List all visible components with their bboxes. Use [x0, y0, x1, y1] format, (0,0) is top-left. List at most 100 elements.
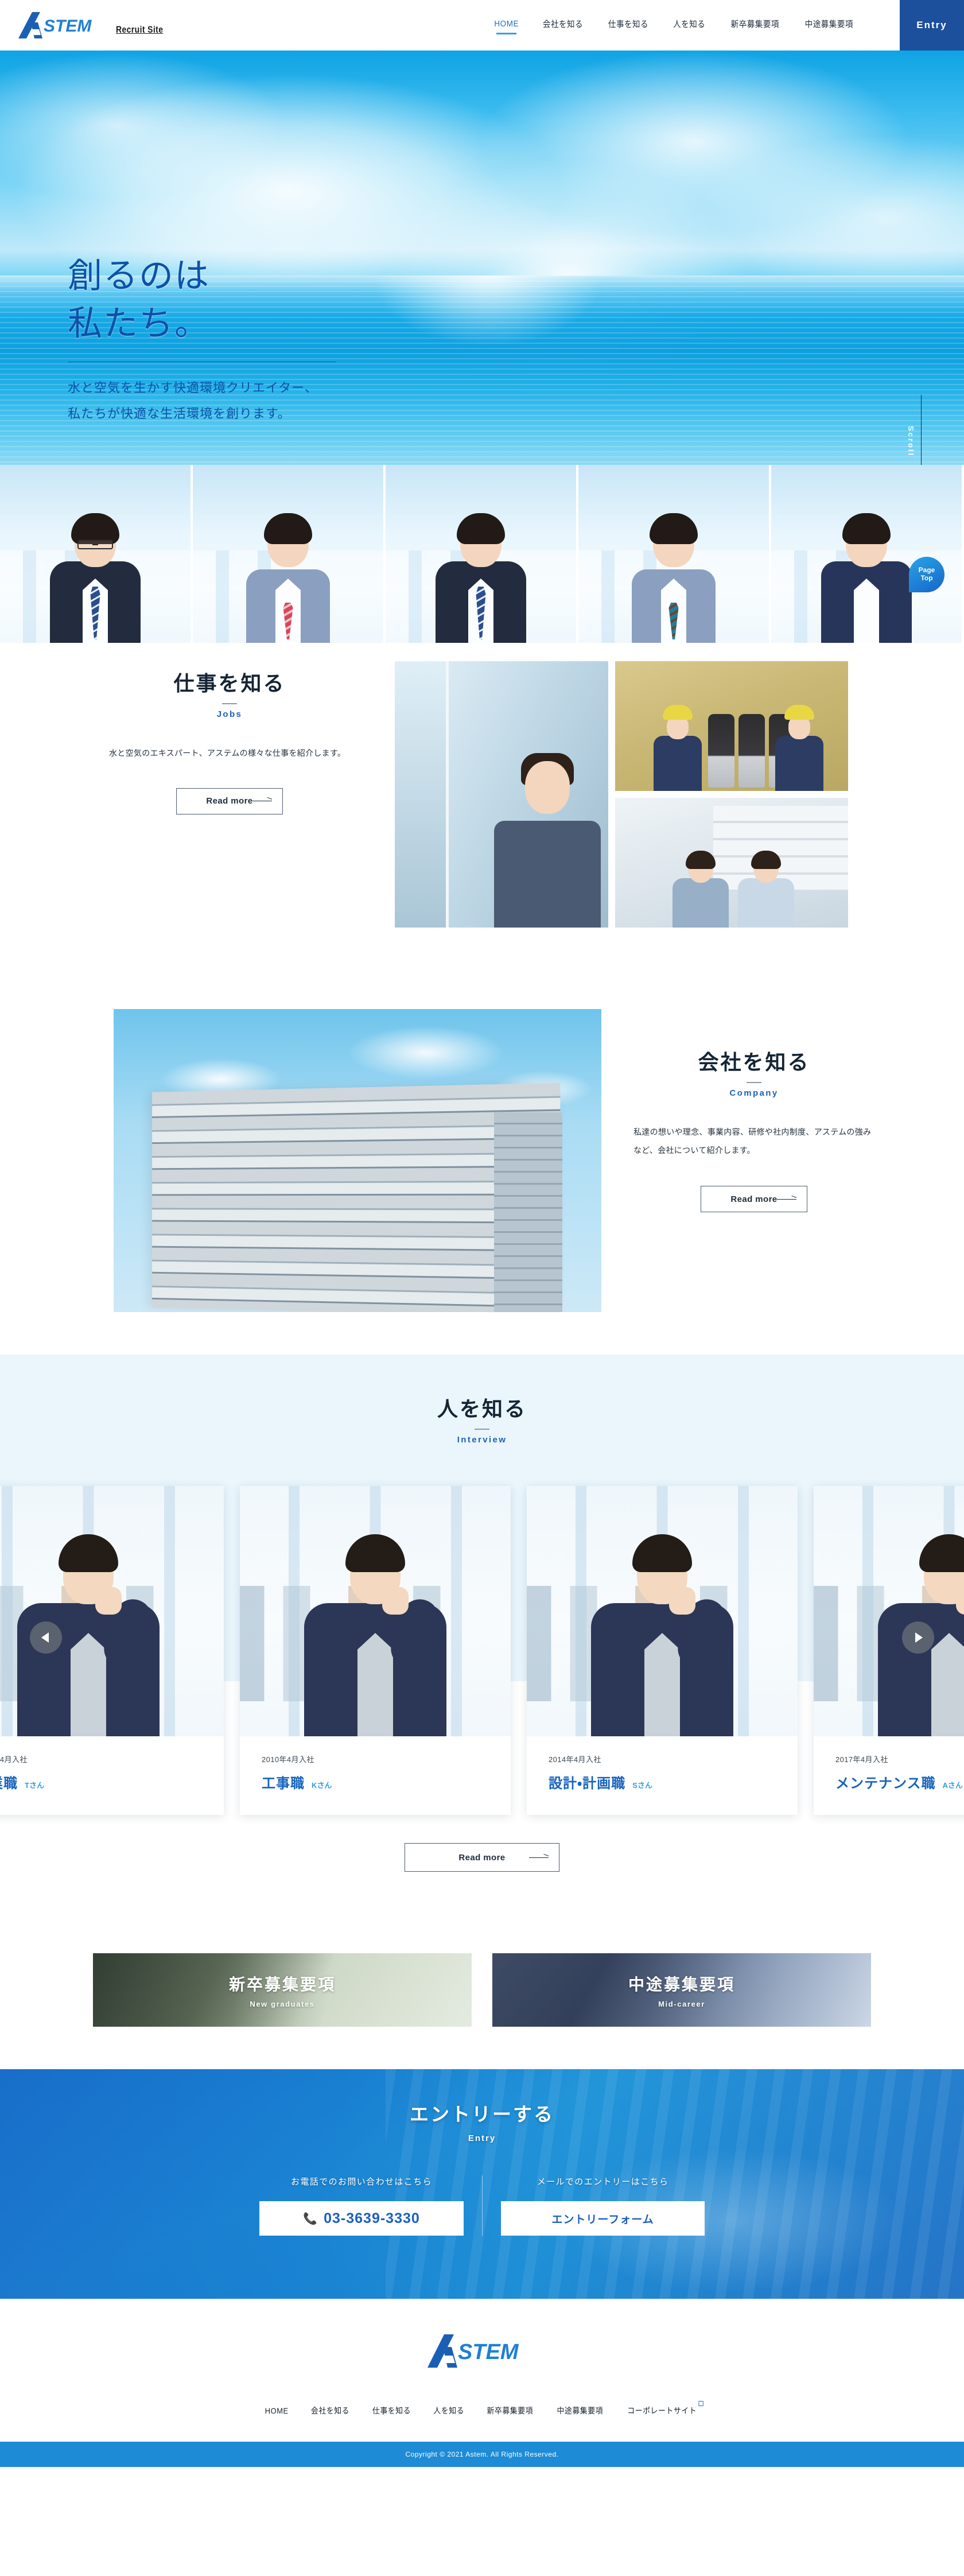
- interview-card[interactable]: 2014年4月入社 設計・計画職 Sさん: [527, 1486, 798, 1815]
- nav-item-jobs[interactable]: 仕事を知る: [608, 15, 648, 36]
- pump-equipment: [708, 714, 735, 787]
- entry-heading-en: Entry: [468, 2133, 496, 2143]
- nav-item-home[interactable]: HOME: [494, 17, 519, 34]
- recruit-banners: 新卒募集要項 New graduates 中途募集要項 Mid-career: [0, 1918, 964, 2069]
- heading-divider: [222, 703, 237, 704]
- interview-photo: [527, 1486, 798, 1736]
- company-readmore-label: Read more: [730, 1194, 778, 1204]
- person-figure: [302, 1534, 449, 1736]
- phone-icon: 📞: [303, 2212, 318, 2225]
- entry-tel-number: 03-3639-3330: [324, 2210, 420, 2226]
- interview-card[interactable]: 2008年4月入社 営業職 Tさん: [0, 1486, 224, 1815]
- copyright-text: Copyright © 2021 Astem. All Rights Reser…: [405, 2450, 559, 2458]
- person-figure: [434, 513, 528, 643]
- footer-logo-link[interactable]: STEM: [426, 2334, 538, 2371]
- person-workwear: [653, 736, 702, 791]
- company-description: 私達の想いや理念、事業内容、研修や社内制度、アステムの強みなど、会社について紹介…: [633, 1127, 872, 1155]
- interview-role-line: 設計・計画職 Sさん: [549, 1772, 776, 1792]
- interview-readmore-button[interactable]: Read more: [405, 1843, 559, 1872]
- nav-item-mid-career[interactable]: 中途募集要項: [805, 15, 853, 36]
- person-photo-1: [0, 465, 193, 643]
- jobs-photo-grid: [395, 661, 848, 931]
- footer-item-company[interactable]: 会社を知る: [311, 2405, 349, 2416]
- interview-card[interactable]: 2010年4月入社 工事職 Kさん: [240, 1486, 511, 1815]
- footer-item-home[interactable]: HOME: [265, 2406, 289, 2415]
- company-section: 会社を知る Company 私達の想いや理念、事業内容、研修や社内制度、アステム…: [0, 999, 964, 1355]
- entry-tel-button[interactable]: 📞 03-3639-3330: [259, 2201, 464, 2236]
- carousel-prev-button[interactable]: [30, 1621, 62, 1654]
- nav-item-new-graduates[interactable]: 新卒募集要項: [730, 15, 779, 36]
- interview-card-meta: 2017年4月入社 メンテナンス職 Aさん: [814, 1736, 964, 1815]
- company-heading-en: Company: [729, 1088, 779, 1098]
- interview-card-meta: 2008年4月入社 営業職 Tさん: [0, 1736, 224, 1815]
- svg-text:STEM: STEM: [44, 17, 92, 36]
- footer-navigation: HOME 会社を知る 仕事を知る 人を知る 新卒募集要項 中途募集要項 コーポレ…: [0, 2401, 964, 2416]
- footer-item-new-graduates[interactable]: 新卒募集要項: [487, 2405, 534, 2416]
- footer-item-mid-career[interactable]: 中途募集要項: [557, 2405, 603, 2416]
- banner-title-en: New graduates: [250, 1999, 315, 2008]
- banner-new-graduates[interactable]: 新卒募集要項 New graduates: [93, 1953, 472, 2027]
- footer-item-corporate-site[interactable]: コーポレートサイト: [628, 2401, 704, 2416]
- helmet-icon: [662, 705, 693, 720]
- carousel-next-button[interactable]: [902, 1621, 934, 1654]
- interview-joined-date: 2008年4月入社: [0, 1755, 28, 1764]
- photo-figure-male: [736, 851, 796, 928]
- interview-joined-date: 2010年4月入社: [262, 1755, 314, 1764]
- header-entry-button[interactable]: Entry: [900, 0, 964, 51]
- jobs-heading-ja: 仕事を知る: [173, 672, 286, 695]
- photo-figure-female: [671, 851, 730, 928]
- helmet-icon: [784, 705, 815, 720]
- jobs-heading: 仕事を知る Jobs: [109, 670, 350, 719]
- person-hair: [686, 851, 716, 869]
- site-logo-link[interactable]: STEM Recruit Site: [17, 12, 173, 38]
- interview-photo: [240, 1486, 511, 1736]
- jobs-readmore-label: Read more: [206, 796, 253, 806]
- banner-title-ja: 中途募集要項: [628, 1975, 735, 1993]
- banner-title-ja: 新卒募集要項: [228, 1975, 336, 1993]
- person-shirt: [854, 579, 879, 643]
- banner-mid-career[interactable]: 中途募集要項 Mid-career: [492, 1953, 871, 2027]
- person-figure: [48, 513, 142, 643]
- entry-form-button[interactable]: エントリーフォーム: [501, 2201, 705, 2236]
- footer-item-jobs[interactable]: 仕事を知る: [372, 2405, 411, 2416]
- jobs-photo-office: [615, 798, 848, 928]
- company-readmore-button[interactable]: Read more: [701, 1186, 807, 1212]
- jobs-photo-plant: [615, 661, 848, 791]
- nav-item-interview[interactable]: 人を知る: [673, 15, 705, 36]
- jobs-readmore-button[interactable]: Read more: [176, 787, 283, 814]
- heading-divider: [747, 1082, 761, 1083]
- person-figure: [241, 513, 335, 643]
- interview-card[interactable]: 2017年4月入社 メンテナンス職 Aさん: [814, 1486, 964, 1815]
- nav-item-company[interactable]: 会社を知る: [543, 15, 583, 36]
- interview-role-line: メンテナンス職 Aさん: [835, 1772, 964, 1792]
- interview-joined-date: 2014年4月入社: [549, 1755, 601, 1764]
- banner-title-en: Mid-career: [658, 1999, 705, 2008]
- interview-person-name: Sさん: [632, 1781, 652, 1790]
- hero-title: 創るのは 私たち。: [68, 257, 210, 343]
- person-photo-4: [578, 465, 771, 643]
- company-heading-ja: 会社を知る: [698, 1050, 810, 1074]
- person-hair: [264, 513, 312, 544]
- interview-photo: [0, 1486, 224, 1736]
- person-hair: [345, 1534, 405, 1572]
- interview-role: メンテナンス職: [835, 1776, 936, 1791]
- person-photo-2: [193, 465, 386, 643]
- arrow-right-icon: [777, 1198, 796, 1200]
- entry-tel-column: お電話でのお問い合わせはこちら 📞 03-3639-3330: [241, 2175, 482, 2236]
- person-hair: [842, 513, 891, 544]
- jobs-text-block: 仕事を知る Jobs 水と空気のエキスパート、アステムの様々な仕事を紹介します。…: [109, 670, 350, 814]
- interview-person-name: Aさん: [942, 1781, 963, 1790]
- hero-copy: 創るのは 私たち。 水と空気を生かす快適環境クリエイター、 私たちが快適な生活環…: [68, 253, 336, 426]
- interview-photo: [814, 1486, 964, 1736]
- entry-cta-section: エントリーする Entry お電話でのお問い合わせはこちら 📞 03-3639-…: [0, 2069, 964, 2299]
- astem-logo-icon: STEM: [18, 12, 92, 38]
- footer-item-interview[interactable]: 人を知る: [433, 2405, 464, 2416]
- main-navigation: HOME 会社を知る 仕事を知る 人を知る 新卒募集要項 中途募集要項 Entr…: [493, 0, 964, 51]
- entry-mail-column: メールでのエントリーはこちら エントリーフォーム: [482, 2175, 723, 2236]
- photo-worker-right: [774, 705, 825, 791]
- chevron-left-icon: [41, 1632, 49, 1643]
- interview-carousel[interactable]: 2008年4月入社 営業職 Tさん: [0, 1486, 964, 1815]
- person-workwear: [775, 736, 824, 791]
- page-top-button[interactable]: Page Top: [909, 557, 944, 592]
- entry-columns: お電話でのお問い合わせはこちら 📞 03-3639-3330 メールでのエントリ…: [0, 2175, 964, 2236]
